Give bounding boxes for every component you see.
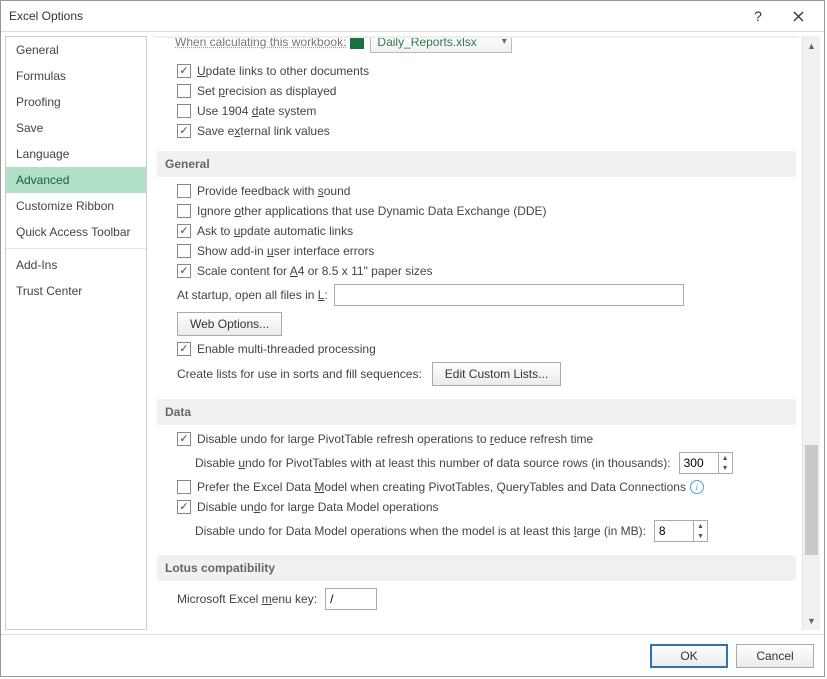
cutoff-label: When calculating this workbook: — [175, 37, 346, 49]
section-header-general: General — [157, 151, 796, 177]
checkbox[interactable] — [177, 184, 191, 198]
opt-update-links[interactable]: Update links to other documents — [177, 61, 796, 81]
opt-disable-undo-datamodel[interactable]: Disable undo for large Data Model operat… — [177, 497, 796, 517]
excel-icon — [350, 37, 364, 49]
web-options-button[interactable]: Web Options... — [177, 312, 282, 336]
sidebar-item-formulas[interactable]: Formulas — [6, 63, 146, 89]
checkbox[interactable] — [177, 64, 191, 78]
sidebar-item-general[interactable]: General — [6, 37, 146, 63]
cutoff-workbook-row: When calculating this workbook: Daily_Re… — [157, 37, 796, 57]
checkbox[interactable] — [177, 264, 191, 278]
checkbox[interactable] — [177, 244, 191, 258]
opt-set-precision[interactable]: Set precision as displayed — [177, 81, 796, 101]
scroll-down-icon[interactable]: ▼ — [803, 612, 820, 630]
edit-custom-lists-button[interactable]: Edit Custom Lists... — [432, 362, 561, 386]
sidebar-item-trust-center[interactable]: Trust Center — [6, 278, 146, 304]
sidebar-item-advanced[interactable]: Advanced — [6, 167, 146, 193]
close-icon — [793, 11, 804, 22]
checkbox[interactable] — [177, 480, 191, 494]
section-header-data: Data — [157, 399, 796, 425]
workbook-select[interactable]: Daily_Reports.xlsx ▾ — [370, 37, 511, 53]
checkbox[interactable] — [177, 84, 191, 98]
sidebar-item-proofing[interactable]: Proofing — [6, 89, 146, 115]
titlebar: Excel Options ? — [1, 1, 824, 31]
cancel-button[interactable]: Cancel — [736, 644, 814, 668]
opt-datamodel-threshold: Disable undo for Data Model operations w… — [195, 517, 796, 545]
checkbox[interactable] — [177, 124, 191, 138]
info-icon[interactable]: i — [690, 480, 704, 494]
vertical-scrollbar[interactable]: ▲ ▼ — [802, 37, 820, 630]
sidebar: General Formulas Proofing Save Language … — [5, 36, 147, 630]
opt-ask-update-links[interactable]: Ask to update automatic links — [177, 221, 796, 241]
data-section: Data Disable undo for large PivotTable r… — [157, 393, 796, 549]
pivot-threshold-spinner[interactable]: ▲▼ — [679, 452, 733, 474]
section-header-lotus: Lotus compatibility — [157, 555, 796, 581]
options-content: When calculating this workbook: Daily_Re… — [151, 37, 802, 630]
opt-disable-undo-pivot[interactable]: Disable undo for large PivotTable refres… — [177, 429, 796, 449]
scroll-track[interactable] — [803, 55, 820, 612]
menu-key-input[interactable] — [325, 588, 377, 610]
sidebar-item-language[interactable]: Language — [6, 141, 146, 167]
lotus-section: Lotus compatibility Microsoft Excel menu… — [157, 549, 796, 617]
opt-ignore-dde[interactable]: Ignore other applications that use Dynam… — [177, 201, 796, 221]
checkbox[interactable] — [177, 104, 191, 118]
scroll-up-icon[interactable]: ▲ — [803, 37, 820, 55]
spin-down-icon[interactable]: ▼ — [694, 531, 707, 541]
dialog-footer: OK Cancel — [1, 634, 824, 676]
opt-prefer-data-model[interactable]: Prefer the Excel Data Model when creatin… — [177, 477, 796, 497]
help-button[interactable]: ? — [738, 2, 778, 30]
opt-custom-lists-row: Create lists for use in sorts and fill s… — [177, 359, 796, 389]
pivot-threshold-input[interactable] — [680, 453, 718, 473]
opt-feedback-sound[interactable]: Provide feedback with sound — [177, 181, 796, 201]
checkbox[interactable] — [177, 204, 191, 218]
dialog-title: Excel Options — [9, 9, 738, 23]
opt-save-external-link[interactable]: Save external link values — [177, 121, 796, 141]
chevron-down-icon: ▾ — [502, 37, 507, 47]
checkbox[interactable] — [177, 342, 191, 356]
sidebar-item-customize-ribbon[interactable]: Customize Ribbon — [6, 193, 146, 219]
checkbox[interactable] — [177, 432, 191, 446]
opt-menu-key: Microsoft Excel menu key: — [177, 585, 796, 613]
opt-multithread[interactable]: Enable multi-threaded processing — [177, 339, 796, 359]
ok-button[interactable]: OK — [650, 644, 728, 668]
opt-startup-folder: At startup, open all files in L: — [177, 281, 796, 309]
datamodel-threshold-input[interactable] — [655, 521, 693, 541]
sidebar-separator — [6, 248, 146, 249]
close-button[interactable] — [778, 2, 818, 30]
sidebar-item-quick-access-toolbar[interactable]: Quick Access Toolbar — [6, 219, 146, 245]
sidebar-item-save[interactable]: Save — [6, 115, 146, 141]
general-section: General Provide feedback with sound Igno… — [157, 145, 796, 393]
opt-scale-content[interactable]: Scale content for A4 or 8.5 x 11" paper … — [177, 261, 796, 281]
workbook-select-value: Daily_Reports.xlsx — [377, 37, 476, 49]
datamodel-threshold-spinner[interactable]: ▲▼ — [654, 520, 708, 542]
opt-pivot-threshold: Disable undo for PivotTables with at lea… — [195, 449, 796, 477]
spin-up-icon[interactable]: ▲ — [694, 521, 707, 531]
spin-up-icon[interactable]: ▲ — [719, 453, 732, 463]
checkbox[interactable] — [177, 224, 191, 238]
checkbox[interactable] — [177, 500, 191, 514]
opt-1904-date[interactable]: Use 1904 date system — [177, 101, 796, 121]
opt-addin-ui-errors[interactable]: Show add-in user interface errors — [177, 241, 796, 261]
startup-folder-input[interactable] — [334, 284, 684, 306]
scroll-thumb[interactable] — [805, 445, 818, 555]
spin-down-icon[interactable]: ▼ — [719, 463, 732, 473]
calc-section: Update links to other documents Set prec… — [157, 57, 796, 145]
sidebar-item-add-ins[interactable]: Add-Ins — [6, 252, 146, 278]
